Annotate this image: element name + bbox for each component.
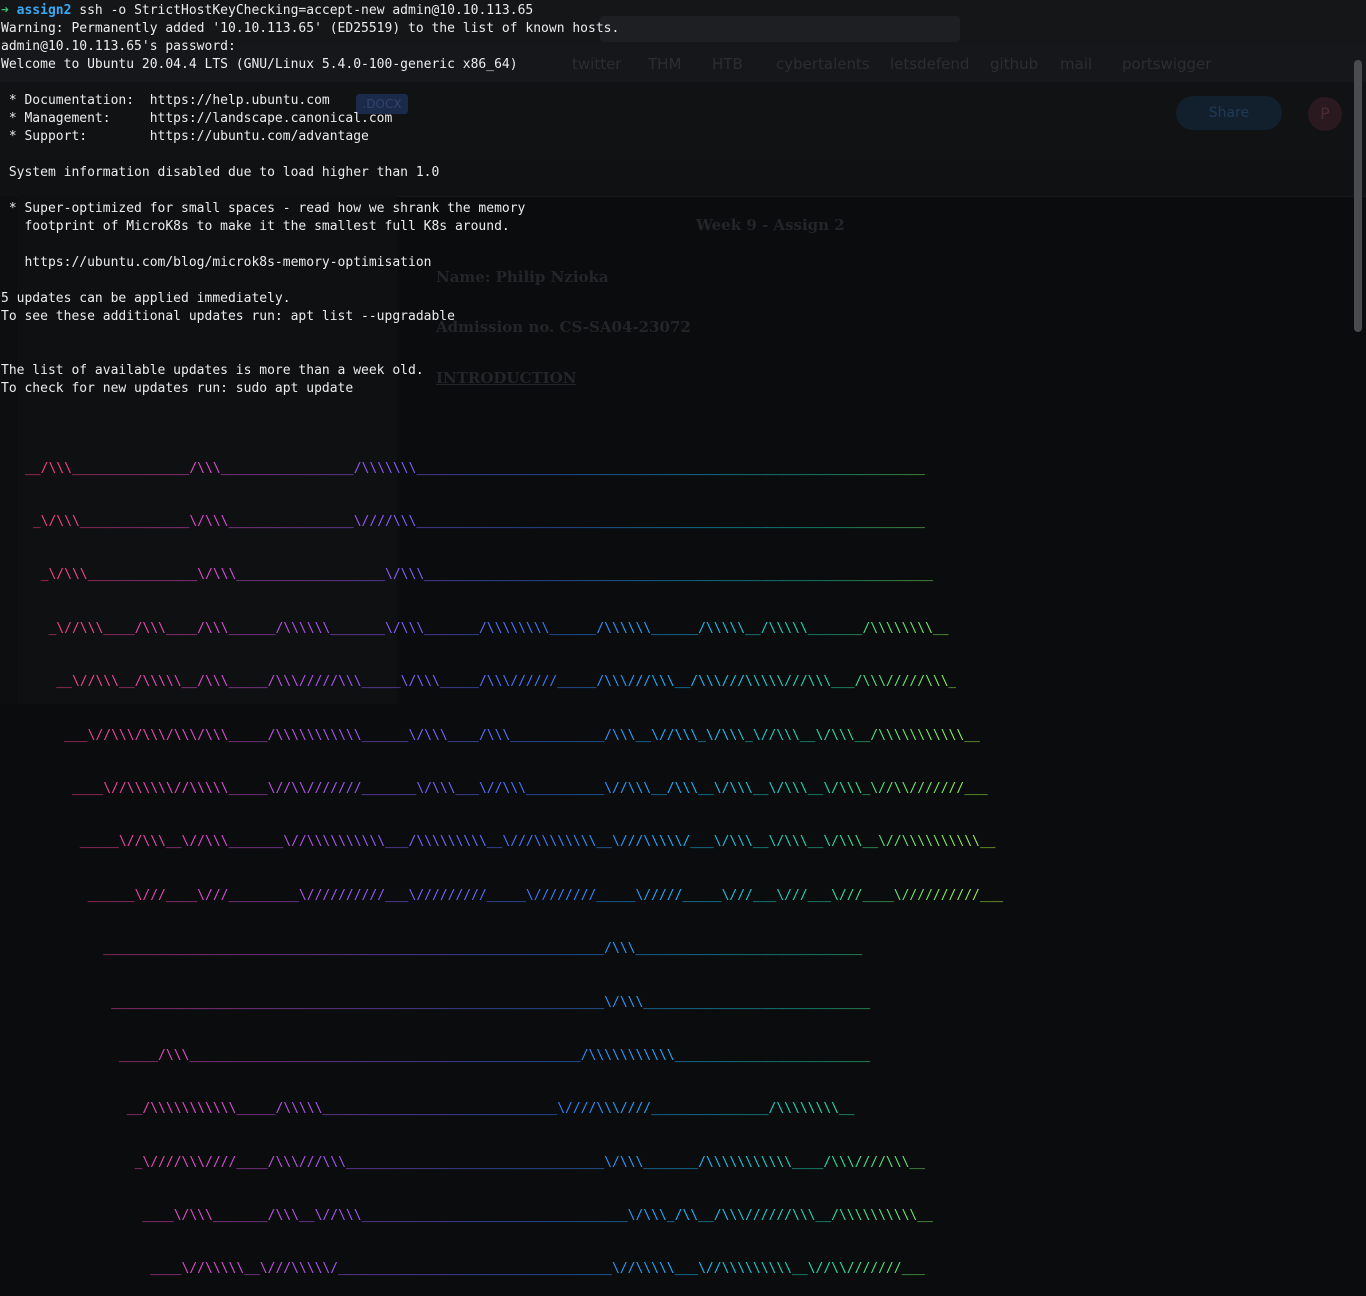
terminal-line: To check for new updates run: sudo apt u… bbox=[1, 381, 354, 396]
prompt-directory: assign2 bbox=[16, 3, 72, 18]
banner-line: ____\//\\\\\\//\\\\\_____\//\\///////___… bbox=[25, 780, 988, 796]
banner-line: ________________________________________… bbox=[25, 994, 871, 1010]
terminal-line: * Management: https://landscape.canonica… bbox=[1, 111, 393, 126]
avatar[interactable]: P bbox=[1308, 97, 1342, 131]
bookmark-letsdefend[interactable]: letsdefend bbox=[890, 55, 969, 73]
terminal-line: Welcome to Ubuntu 20.04.4 LTS (GNU/Linux… bbox=[1, 57, 518, 72]
bookmark-github[interactable]: github bbox=[990, 55, 1038, 73]
prompt-command: ssh -o StrictHostKeyChecking=accept-new … bbox=[79, 3, 534, 18]
terminal-line: footprint of MicroK8s to make it the sma… bbox=[1, 219, 510, 234]
bookmark-mail[interactable]: mail bbox=[1060, 55, 1092, 73]
terminal-line: System information disabled due to load … bbox=[1, 165, 440, 180]
ascii-art-banner: __/\\\_______________/\\\_______________… bbox=[25, 424, 1003, 1296]
banner-line: ___\//\\\/\\\/\\\/\\\_____/\\\\\\\\\\\__… bbox=[25, 727, 980, 743]
terminal-output[interactable]: ➜ assign2 ssh -o StrictHostKeyChecking=a… bbox=[1, 2, 619, 398]
terminal-line: * Support: https://ubuntu.com/advantage bbox=[1, 129, 369, 144]
prompt-arrow-icon: ➜ bbox=[1, 3, 9, 18]
banner-line: _\////\\\////____/\\\///\\\_____________… bbox=[25, 1154, 926, 1170]
banner-line: _____\//\\\__\//\\\_______\//\\\\\\\\\\_… bbox=[25, 834, 996, 850]
terminal-line: https://ubuntu.com/blog/microk8s-memory-… bbox=[1, 255, 432, 270]
doc-title: Week 9 - Assign 2 bbox=[696, 216, 845, 234]
terminal-line: To see these additional updates run: apt… bbox=[1, 309, 455, 324]
bookmark-htb[interactable]: HTB bbox=[712, 55, 743, 73]
bookmark-thm[interactable]: THM bbox=[648, 55, 681, 73]
prompt-line: ➜ assign2 ssh -o StrictHostKeyChecking=a… bbox=[1, 2, 619, 20]
banner-line: ____\//\\\\\__\///\\\\\/________________… bbox=[25, 1261, 926, 1277]
banner-line: _\//\\\____/\\\____/\\\______/\\\\\\____… bbox=[25, 620, 949, 636]
banner-line: ________________________________________… bbox=[25, 941, 863, 957]
terminal-line: 5 updates can be applied immediately. bbox=[1, 291, 291, 306]
bookmark-cybertalents[interactable]: cybertalents bbox=[776, 55, 870, 73]
terminal-line: admin@10.10.113.65's password: bbox=[1, 39, 236, 54]
banner-line: _\/\\\______________\/\\\_______________… bbox=[25, 567, 933, 583]
banner-line: _____/\\\_______________________________… bbox=[25, 1047, 871, 1063]
terminal-line: * Super-optimized for small spaces - rea… bbox=[1, 201, 526, 216]
share-button[interactable]: Share bbox=[1176, 96, 1282, 130]
banner-line: ____\/\\\_______/\\\__\//\\\____________… bbox=[25, 1208, 933, 1224]
bookmark-portswigger[interactable]: portswigger bbox=[1122, 55, 1211, 73]
banner-line: __/\\\\\\\\\\\_____/\\\\\_______________… bbox=[25, 1101, 855, 1117]
terminal-line: * Documentation: https://help.ubuntu.com bbox=[1, 93, 330, 108]
terminal-scrollbar[interactable] bbox=[1354, 60, 1362, 332]
terminal-line: The list of available updates is more th… bbox=[1, 363, 424, 378]
browser-url-bar[interactable] bbox=[600, 16, 960, 42]
banner-line: ______\///____\///_________\//////////__… bbox=[25, 887, 1004, 903]
banner-line: _\/\\\______________\/\\\_______________… bbox=[25, 513, 926, 529]
banner-line: __/\\\_______________/\\\_______________… bbox=[25, 460, 926, 476]
terminal-line: Warning: Permanently added '10.10.113.65… bbox=[1, 21, 620, 36]
banner-line: __\//\\\__/\\\\\__/\\\_____/\\\/////\\\_… bbox=[25, 674, 957, 690]
